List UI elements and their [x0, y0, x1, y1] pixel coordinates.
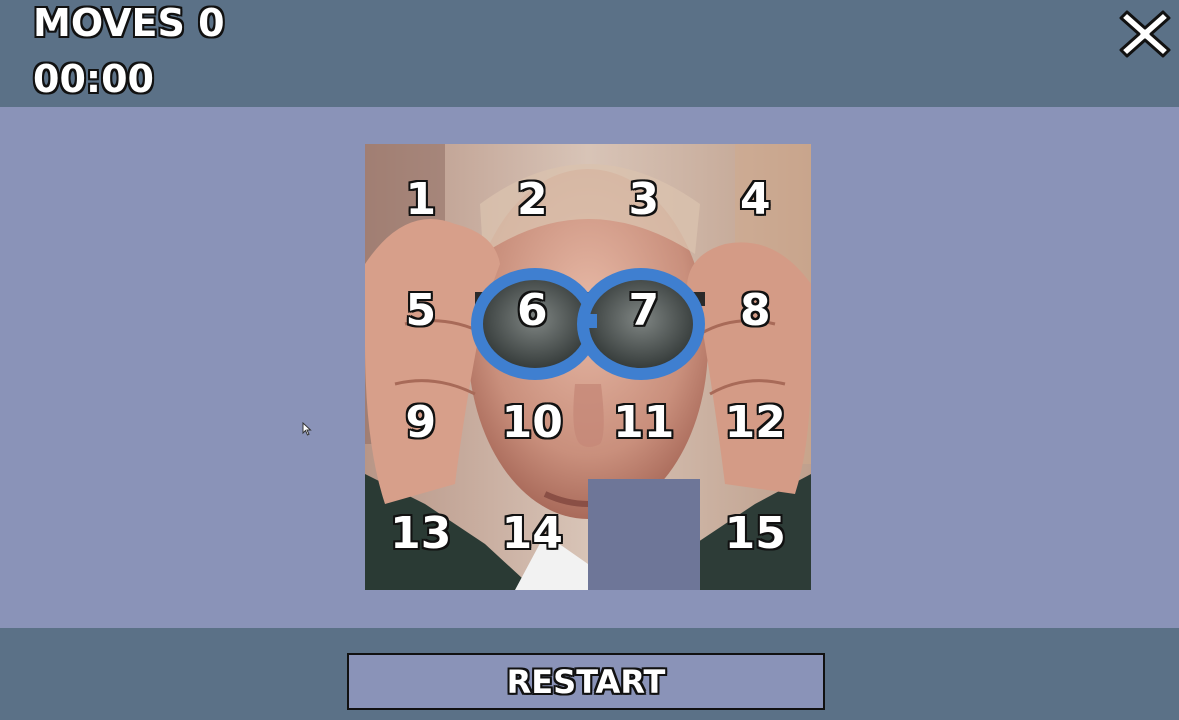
puzzle-tile[interactable]: 13 — [365, 479, 477, 591]
puzzle-tile[interactable]: 15 — [700, 479, 812, 591]
tile-number: 8 — [739, 285, 772, 337]
tile-number: 13 — [389, 508, 452, 560]
tile-number: 1 — [404, 173, 437, 225]
puzzle-tile[interactable]: 9 — [365, 367, 477, 479]
tile-number: 2 — [516, 173, 549, 225]
puzzle-tile[interactable]: 12 — [700, 367, 812, 479]
mouse-cursor-icon — [302, 422, 312, 436]
puzzle-tile[interactable]: 11 — [588, 367, 700, 479]
tile-number: 9 — [404, 396, 437, 448]
puzzle-tile[interactable]: 14 — [477, 479, 589, 591]
timer: 00:00 — [32, 56, 155, 102]
tile-number: 14 — [501, 508, 564, 560]
tile-number: 5 — [404, 285, 437, 337]
top-bar: MOVES 0 00:00 — [0, 0, 1179, 107]
moves-counter: MOVES 0 — [32, 0, 226, 46]
tile-number: 12 — [724, 396, 787, 448]
puzzle-tile[interactable]: 8 — [700, 256, 812, 368]
restart-button[interactable]: RESTART — [347, 653, 825, 710]
tile-number: 6 — [516, 285, 549, 337]
tile-number: 11 — [612, 396, 675, 448]
puzzle-tile[interactable]: 1 — [365, 144, 477, 256]
tile-number: 15 — [724, 508, 787, 560]
close-button[interactable] — [1117, 6, 1173, 62]
puzzle-tile[interactable]: 2 — [477, 144, 589, 256]
puzzle-tile[interactable]: 10 — [477, 367, 589, 479]
puzzle-board: 1 2 3 4 5 6 7 8 9 10 11 12 13 14 15 — [365, 144, 811, 590]
tile-number: 10 — [501, 396, 564, 448]
puzzle-tile[interactable]: 3 — [588, 144, 700, 256]
restart-label: RESTART — [506, 662, 667, 702]
puzzle-tile[interactable]: 6 — [477, 256, 589, 368]
empty-slot — [588, 478, 700, 590]
puzzle-tile[interactable]: 5 — [365, 256, 477, 368]
tile-number: 7 — [627, 285, 660, 337]
close-x-icon — [1119, 10, 1171, 58]
puzzle-tile[interactable]: 7 — [588, 256, 700, 368]
tile-number: 4 — [739, 173, 772, 225]
tile-number: 3 — [627, 173, 660, 225]
puzzle-tile[interactable]: 4 — [700, 144, 812, 256]
